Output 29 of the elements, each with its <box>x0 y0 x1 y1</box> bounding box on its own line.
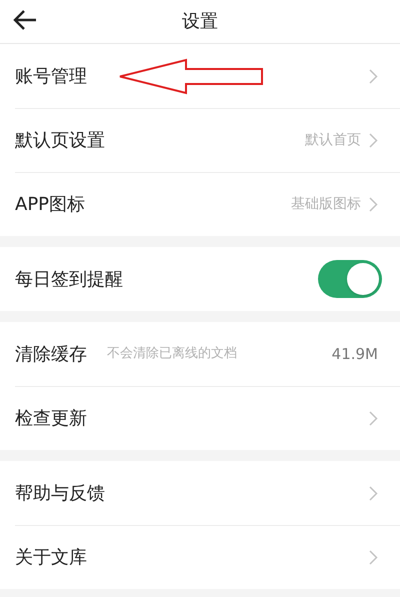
row-label: 默认页设置 <box>15 129 105 153</box>
row-label: 关于文库 <box>15 546 87 570</box>
chevron-icon <box>369 486 378 500</box>
row-value: 基础版图标 <box>291 195 361 214</box>
row-note: 不会清除已离线的文档 <box>107 345 237 364</box>
settings-row[interactable]: 默认页设置 默认首页 <box>15 108 400 172</box>
row-label: 账号管理 <box>15 64 87 88</box>
settings-row[interactable]: 清除缓存 不会清除已离线的文档 41.9M <box>0 322 400 386</box>
settings-row[interactable]: 关于文库 <box>15 525 400 589</box>
toggle-switch[interactable] <box>318 260 382 298</box>
chevron-icon <box>369 133 378 148</box>
row-value: 41.9M <box>332 344 378 365</box>
row-value: 默认首页 <box>305 131 361 150</box>
row-label: APP图标 <box>15 193 86 217</box>
settings-row[interactable]: 每日签到提醒 <box>0 247 400 311</box>
settings-row[interactable]: 帮助与反馈 <box>0 461 400 525</box>
settings-row[interactable]: 账号管理 <box>0 44 400 108</box>
chevron-icon <box>369 411 378 426</box>
row-label: 检查更新 <box>15 407 87 431</box>
settings-row[interactable]: APP图标 基础版图标 <box>15 172 400 236</box>
row-label: 帮助与反馈 <box>15 482 105 506</box>
chevron-icon <box>369 68 378 84</box>
page-title: 设置 <box>182 10 218 34</box>
back-icon[interactable] <box>12 9 38 31</box>
chevron-icon <box>369 197 378 212</box>
chevron-icon <box>369 550 378 565</box>
row-label: 清除缓存 <box>15 342 87 366</box>
row-label: 每日签到提醒 <box>15 268 123 292</box>
settings-row[interactable]: 检查更新 <box>15 386 400 450</box>
